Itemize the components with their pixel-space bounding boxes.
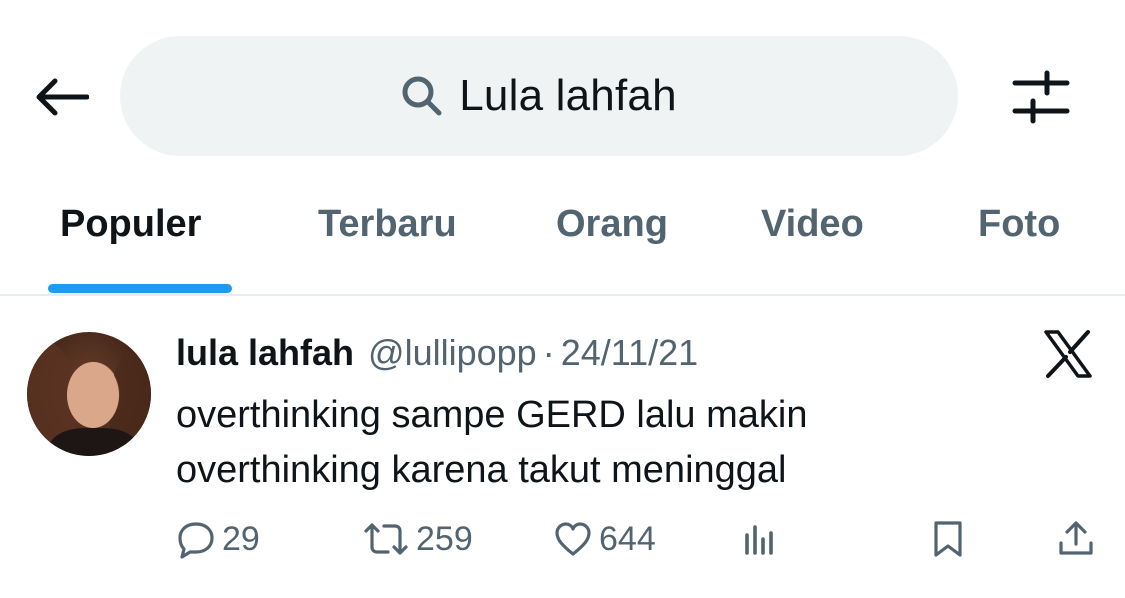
search-input[interactable]: Lula lahfah (120, 36, 958, 156)
share-button[interactable] (1056, 514, 1096, 564)
reply-count: 29 (222, 519, 260, 558)
repost-button[interactable]: 259 (362, 514, 473, 564)
tab-terbaru[interactable]: Terbaru (318, 203, 457, 246)
repost-icon (364, 523, 408, 555)
reply-icon (178, 522, 214, 559)
x-logo-icon[interactable] (1042, 328, 1094, 380)
tab-orang[interactable]: Orang (556, 203, 668, 246)
active-tab-indicator (48, 284, 232, 293)
tweet-header: lula lahfah @lullipopp · 24/11/21 (176, 332, 698, 376)
search-tabs: Populer Terbaru Orang Video Foto (0, 175, 1125, 295)
tweet-actions: 29 259 644 (0, 514, 1125, 564)
tab-video[interactable]: Video (761, 203, 864, 246)
search-header: Lula lahfah (0, 0, 1125, 175)
bookmark-button[interactable] (930, 514, 966, 564)
tweet-date[interactable]: 24/11/21 (561, 332, 698, 374)
tab-populer[interactable]: Populer (60, 203, 201, 246)
like-count: 644 (599, 519, 656, 558)
search-filter-button[interactable] (1005, 64, 1077, 130)
reply-button[interactable]: 29 (176, 514, 260, 564)
share-icon (1059, 521, 1093, 555)
tweet-card[interactable]: lula lahfah @lullipopp · 24/11/21 overth… (0, 296, 1125, 598)
search-query: Lula lahfah (459, 71, 677, 120)
arrow-left-icon (36, 78, 89, 116)
views-icon (745, 525, 773, 555)
back-button[interactable] (30, 66, 92, 128)
tweet-text: overthinking sampe GERD lalu makin overt… (176, 388, 1056, 498)
views-button[interactable] (742, 514, 778, 564)
avatar[interactable] (27, 332, 151, 456)
meta-separator: · (542, 332, 555, 373)
like-button[interactable]: 644 (553, 514, 656, 564)
heart-icon (555, 522, 591, 556)
tab-foto[interactable]: Foto (978, 203, 1060, 246)
author-name[interactable]: lula lahfah (176, 332, 354, 374)
repost-count: 259 (416, 519, 473, 558)
search-icon (402, 76, 442, 116)
sliders-icon (1012, 70, 1070, 124)
tweet-text-line: overthinking karena takut meninggal (176, 449, 787, 491)
bookmark-icon (934, 521, 962, 557)
author-handle[interactable]: @lullipopp (368, 332, 537, 374)
tweet-text-line: overthinking sampe GERD lalu makin (176, 394, 808, 436)
